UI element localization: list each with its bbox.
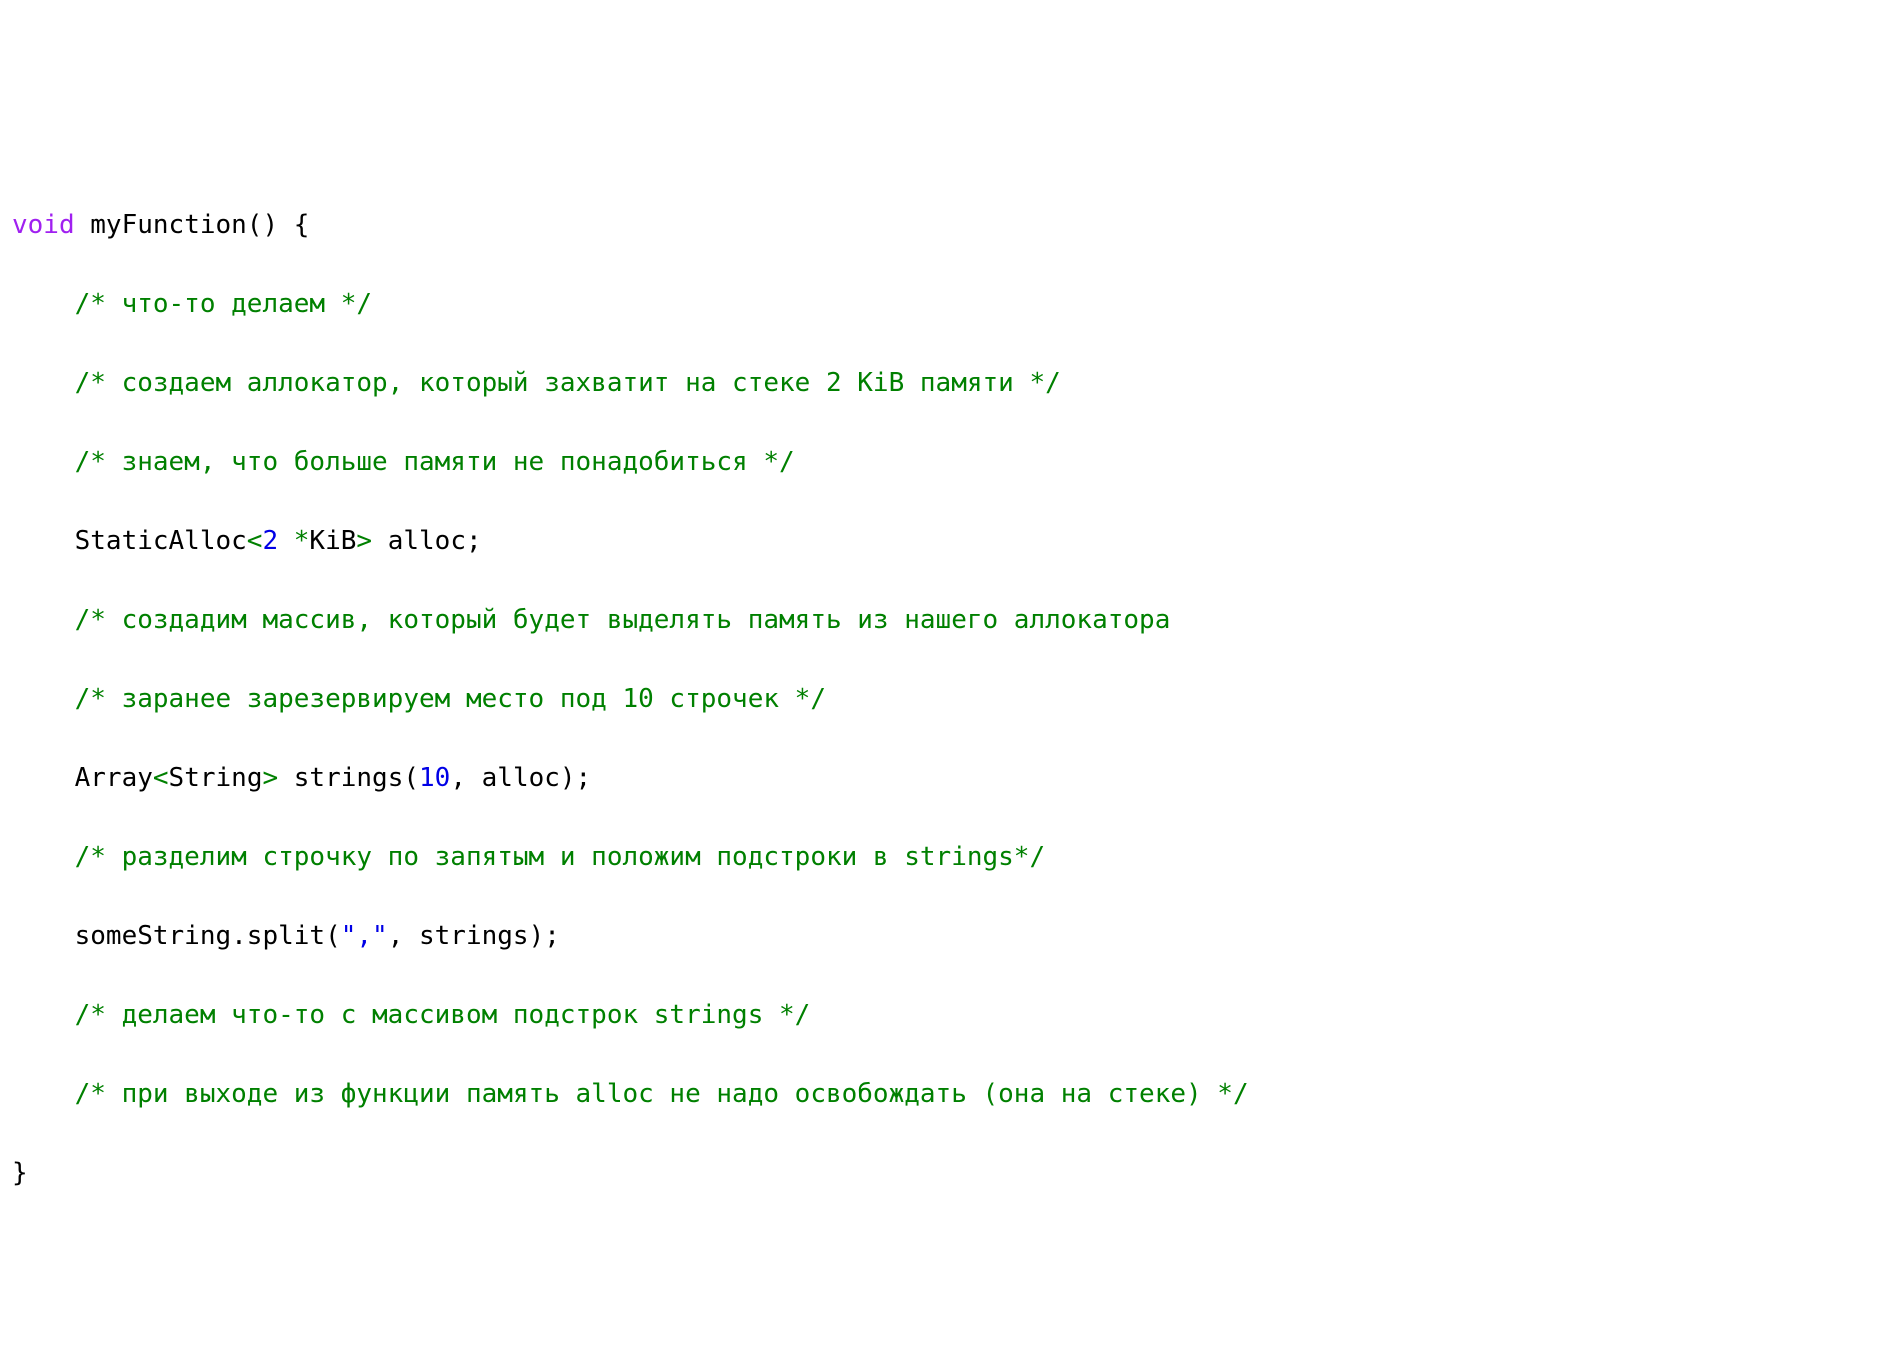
code-line-5: StaticAlloc<2 *KiB> alloc; bbox=[12, 522, 1890, 562]
code-line-11: /* делаем что-то с массивом подстрок str… bbox=[12, 996, 1890, 1036]
code-line-10: someString.split(",", strings); bbox=[12, 917, 1890, 957]
brace-close: } bbox=[12, 1158, 28, 1188]
code-line-3: /* создаем аллокатор, который захватит н… bbox=[12, 364, 1890, 404]
code-text: someString.split( bbox=[75, 921, 341, 951]
code-line-1: void myFunction() { bbox=[12, 206, 1890, 246]
angle-close: > bbox=[262, 763, 278, 793]
code-line-4: /* знаем, что больше памяти не понадобит… bbox=[12, 443, 1890, 483]
code-line-6: /* создадим массив, который будет выделя… bbox=[12, 601, 1890, 641]
code-line-13: } bbox=[12, 1154, 1890, 1194]
comment: /* заранее зарезервируем место под 10 ст… bbox=[75, 684, 826, 714]
string-literal: "," bbox=[341, 921, 388, 951]
comment: /* знаем, что больше памяти не понадобит… bbox=[75, 447, 795, 477]
type-name: String bbox=[169, 763, 263, 793]
code-text: strings( bbox=[278, 763, 419, 793]
code-text: , strings); bbox=[388, 921, 560, 951]
code-text: , alloc); bbox=[450, 763, 591, 793]
code-line-8: Array<String> strings(10, alloc); bbox=[12, 759, 1890, 799]
comment: /* создадим массив, который будет выделя… bbox=[75, 605, 1171, 635]
code-line-9: /* разделим строчку по запятым и положим… bbox=[12, 838, 1890, 878]
angle-open: < bbox=[153, 763, 169, 793]
comment: /* при выходе из функции память alloc не… bbox=[75, 1079, 1249, 1109]
angle-open: < bbox=[247, 526, 263, 556]
angle-close: > bbox=[356, 526, 372, 556]
code-text: alloc; bbox=[372, 526, 482, 556]
comment: /* что-то делаем */ bbox=[75, 289, 372, 319]
comment: /* создаем аллокатор, который захватит н… bbox=[75, 368, 1061, 398]
code-line-2: /* что-то делаем */ bbox=[12, 285, 1890, 325]
code-block: void myFunction() { /* что-то делаем */ … bbox=[12, 166, 1890, 1233]
number-literal: 10 bbox=[419, 763, 450, 793]
comment: /* делаем что-то с массивом подстрок str… bbox=[75, 1000, 811, 1030]
code-text bbox=[278, 526, 294, 556]
code-text: myFunction() { bbox=[75, 210, 310, 240]
code-text: StaticAlloc bbox=[75, 526, 247, 556]
comment: /* разделим строчку по запятым и положим… bbox=[75, 842, 1046, 872]
code-text: KiB bbox=[309, 526, 356, 556]
keyword-void: void bbox=[12, 210, 75, 240]
code-line-12: /* при выходе из функции память alloc не… bbox=[12, 1075, 1890, 1115]
code-line-7: /* заранее зарезервируем место под 10 ст… bbox=[12, 680, 1890, 720]
number-literal: 2 bbox=[262, 526, 278, 556]
star-op: * bbox=[294, 526, 310, 556]
code-text: Array bbox=[75, 763, 153, 793]
